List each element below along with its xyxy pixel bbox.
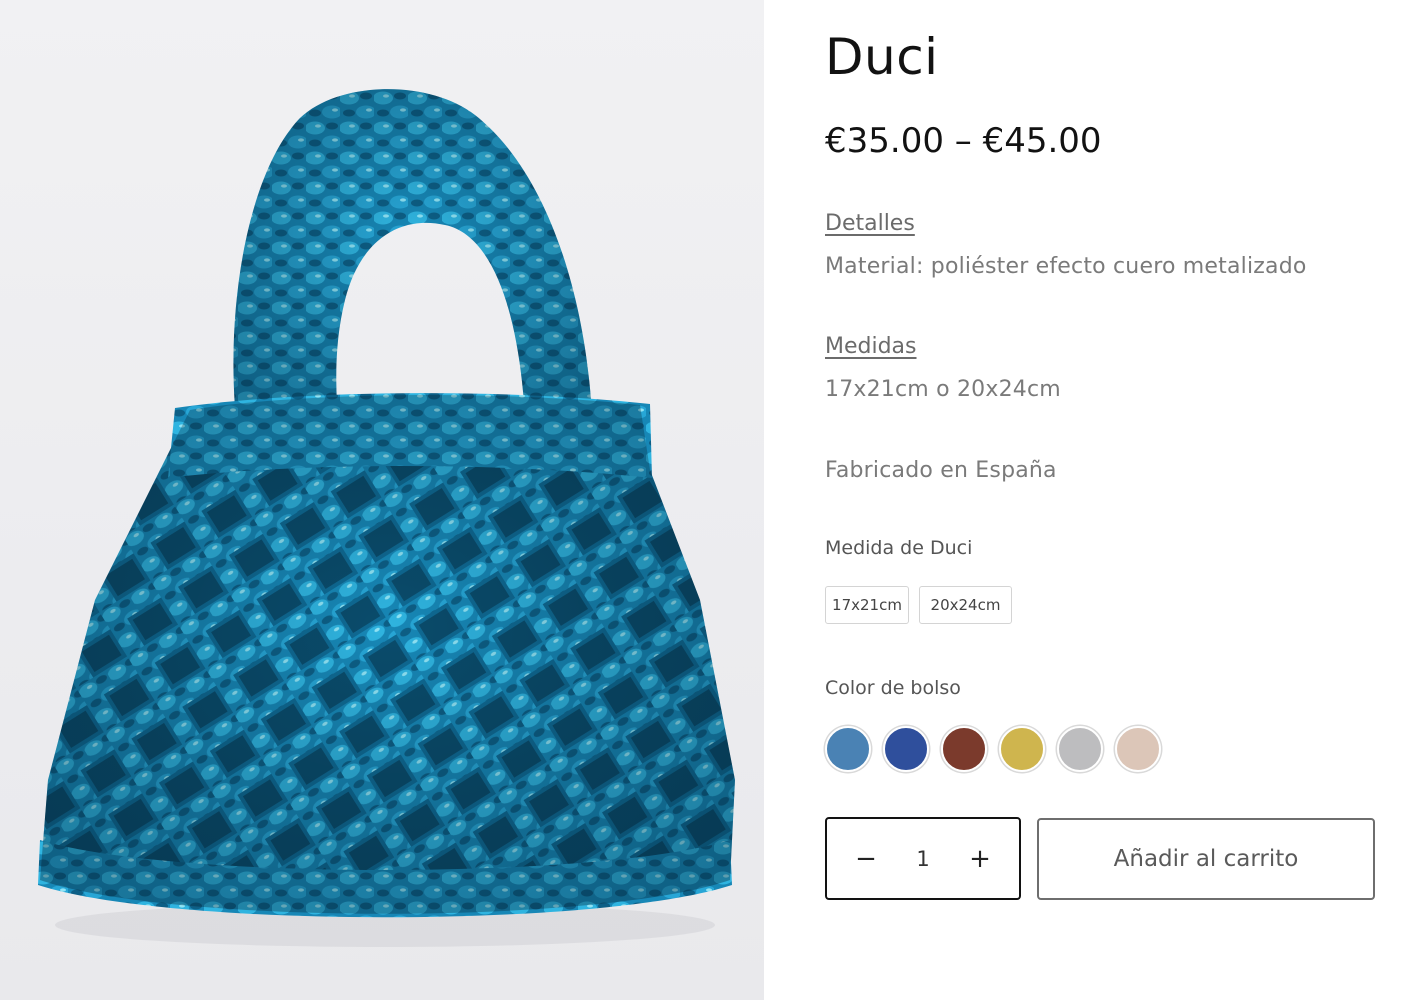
color-swatch-light-blue[interactable] [825, 726, 871, 772]
product-price: €35.00 – €45.00 [825, 121, 1102, 161]
product-image[interactable] [0, 0, 764, 1000]
add-to-cart-button[interactable]: Añadir al carrito [1037, 818, 1375, 900]
measures-text: 17x21cm o 20x24cm [825, 377, 1061, 402]
quantity-increase-button[interactable]: + [941, 819, 1019, 898]
quantity-decrease-button[interactable]: − [827, 819, 905, 898]
color-swatch-brown[interactable] [941, 726, 987, 772]
crochet-bag-illustration [38, 89, 735, 947]
size-selector: 17x21cm 20x24cm [825, 586, 1012, 624]
color-swatch-silver[interactable] [1057, 726, 1103, 772]
color-selector [825, 726, 1161, 772]
color-swatch-beige[interactable] [1115, 726, 1161, 772]
size-option-20x24[interactable]: 20x24cm [919, 586, 1012, 624]
details-text: Material: poliéster efecto cuero metaliz… [825, 254, 1307, 279]
quantity-stepper: − 1 + [825, 817, 1021, 900]
color-swatch-blue[interactable] [883, 726, 929, 772]
details-heading[interactable]: Detalles [825, 211, 915, 236]
measures-heading[interactable]: Medidas [825, 334, 917, 359]
color-option-label: Color de bolso [825, 677, 961, 699]
size-option-label: Medida de Duci [825, 537, 973, 559]
origin-text: Fabricado en España [825, 458, 1057, 483]
quantity-input[interactable]: 1 [908, 847, 938, 871]
product-title: Duci [825, 28, 939, 86]
size-option-17x21[interactable]: 17x21cm [825, 586, 909, 624]
color-swatch-gold[interactable] [999, 726, 1045, 772]
